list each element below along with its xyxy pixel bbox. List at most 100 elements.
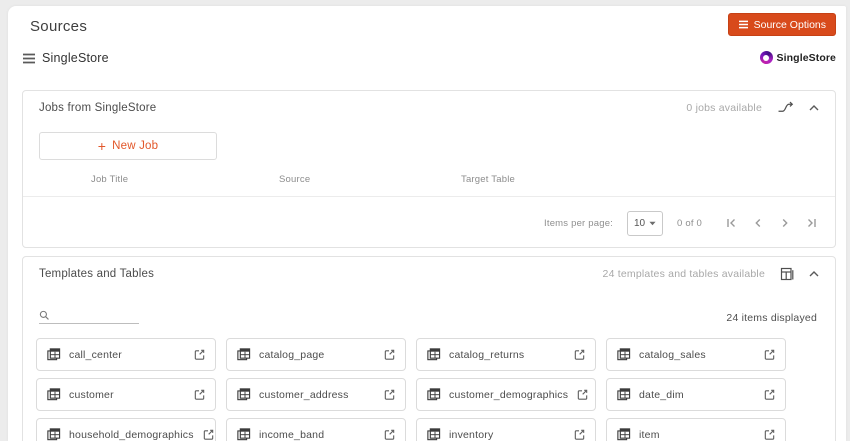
source-options-label: Source Options bbox=[753, 18, 826, 31]
first-page-button[interactable] bbox=[722, 214, 740, 232]
previous-page-button[interactable] bbox=[749, 214, 767, 232]
table-card[interactable]: date_dim bbox=[606, 378, 786, 411]
search-input[interactable] bbox=[54, 310, 134, 321]
open-table-button[interactable] bbox=[383, 388, 396, 401]
open-in-new-icon bbox=[193, 388, 206, 401]
table-card[interactable]: inventory bbox=[416, 418, 596, 441]
table-card[interactable]: household_demographics bbox=[36, 418, 216, 441]
templates-panel: Templates and Tables 24 templates and ta… bbox=[22, 256, 836, 441]
table-name: household_demographics bbox=[69, 428, 194, 441]
open-table-button[interactable] bbox=[383, 348, 396, 361]
table-name: income_band bbox=[259, 428, 325, 441]
singlestore-logo-icon bbox=[759, 51, 773, 64]
titlebar: Sources Source Options bbox=[8, 6, 846, 48]
templates-toolbar: 24 items displayed bbox=[39, 298, 817, 324]
brand-name: SingleStore bbox=[776, 51, 836, 64]
previous-page-icon bbox=[752, 217, 764, 229]
search-icon bbox=[39, 310, 50, 321]
table-card[interactable]: income_band bbox=[226, 418, 406, 441]
table-name: catalog_page bbox=[259, 348, 325, 361]
jobs-column-header: Job Title bbox=[91, 174, 129, 185]
open-in-new-icon bbox=[573, 348, 586, 361]
tables-grid: call_center catalog_page catalog_returns… bbox=[36, 338, 835, 441]
source-name-group: SingleStore bbox=[22, 51, 109, 65]
open-table-button[interactable] bbox=[576, 388, 589, 401]
items-per-page-value: 10 bbox=[633, 217, 646, 229]
table-icon bbox=[236, 427, 251, 441]
table-card[interactable]: call_center bbox=[36, 338, 216, 371]
table-icon bbox=[46, 427, 61, 441]
open-in-new-icon bbox=[763, 428, 776, 441]
jobs-panel-title: Jobs from SingleStore bbox=[39, 101, 157, 114]
table-card[interactable]: catalog_sales bbox=[606, 338, 786, 371]
chevron-up-icon bbox=[809, 270, 819, 277]
pagination-nav bbox=[722, 214, 821, 232]
source-options-button[interactable]: Source Options bbox=[727, 13, 836, 36]
page-range-label: 0 of 0 bbox=[677, 217, 702, 229]
table-card[interactable]: catalog_returns bbox=[416, 338, 596, 371]
table-icon bbox=[426, 427, 441, 441]
jobs-availability: 0 jobs available bbox=[686, 101, 762, 114]
open-table-button[interactable] bbox=[193, 348, 206, 361]
jobs-column-header: Target Table bbox=[461, 174, 515, 185]
last-page-button[interactable] bbox=[803, 214, 821, 232]
open-table-button[interactable] bbox=[573, 348, 586, 361]
table-name: item bbox=[639, 428, 660, 441]
table-card[interactable]: customer bbox=[36, 378, 216, 411]
open-table-button[interactable] bbox=[763, 428, 776, 441]
collapse-templates-button[interactable] bbox=[809, 270, 819, 277]
table-card[interactable]: customer_demographics bbox=[416, 378, 596, 411]
source-name: SingleStore bbox=[42, 51, 109, 65]
table-name: date_dim bbox=[639, 388, 684, 401]
items-displayed-label: 24 items displayed bbox=[726, 312, 817, 324]
open-table-button[interactable] bbox=[763, 348, 776, 361]
jobs-column-header: Source bbox=[279, 174, 311, 185]
first-page-icon bbox=[725, 217, 737, 229]
templates-panel-header: Templates and Tables 24 templates and ta… bbox=[23, 257, 835, 290]
search-box[interactable] bbox=[39, 310, 139, 324]
table-icon bbox=[426, 387, 441, 402]
open-in-new-icon bbox=[763, 348, 776, 361]
table-name: inventory bbox=[449, 428, 494, 441]
flow-icon[interactable] bbox=[777, 101, 794, 114]
open-in-new-icon bbox=[573, 428, 586, 441]
jobs-panel-header-actions: 0 jobs available bbox=[686, 101, 819, 114]
caret-down-icon bbox=[649, 221, 656, 226]
next-page-icon bbox=[779, 217, 791, 229]
open-table-button[interactable] bbox=[383, 428, 396, 441]
open-table-button[interactable] bbox=[573, 428, 586, 441]
jobs-panel-header: Jobs from SingleStore 0 jobs available bbox=[23, 91, 835, 124]
table-name: customer_demographics bbox=[449, 388, 569, 401]
new-job-button[interactable]: + New Job bbox=[39, 132, 217, 160]
main-panel: Sources Source Options SingleStore Singl… bbox=[8, 6, 846, 441]
items-per-page-label: Items per page: bbox=[544, 217, 614, 229]
table-icon bbox=[616, 427, 631, 441]
table-icon bbox=[236, 347, 251, 362]
singlestore-brand: SingleStore bbox=[759, 51, 836, 64]
hamburger-icon bbox=[738, 20, 749, 29]
open-table-button[interactable] bbox=[763, 388, 776, 401]
collapse-jobs-button[interactable] bbox=[809, 104, 819, 111]
open-in-new-icon bbox=[576, 388, 589, 401]
open-table-button[interactable] bbox=[202, 428, 215, 441]
page-title: Sources bbox=[30, 18, 88, 35]
templates-panel-title: Templates and Tables bbox=[39, 267, 155, 280]
open-in-new-icon bbox=[383, 388, 396, 401]
table-card[interactable]: customer_address bbox=[226, 378, 406, 411]
table-card[interactable]: catalog_page bbox=[226, 338, 406, 371]
source-header-row: SingleStore SingleStore bbox=[8, 48, 846, 76]
table-card[interactable]: item bbox=[606, 418, 786, 441]
table-icon bbox=[616, 387, 631, 402]
open-in-new-icon bbox=[383, 428, 396, 441]
table-name: catalog_returns bbox=[449, 348, 525, 361]
next-page-button[interactable] bbox=[776, 214, 794, 232]
open-in-new-icon bbox=[763, 388, 776, 401]
open-in-new-icon bbox=[383, 348, 396, 361]
jobs-panel: Jobs from SingleStore 0 jobs available +… bbox=[22, 90, 836, 248]
plus-icon: + bbox=[97, 138, 107, 154]
items-per-page-select[interactable]: 10 bbox=[627, 210, 664, 236]
open-table-button[interactable] bbox=[193, 388, 206, 401]
tables-icon[interactable] bbox=[780, 267, 794, 281]
table-icon bbox=[46, 387, 61, 402]
chevron-up-icon bbox=[809, 104, 819, 111]
